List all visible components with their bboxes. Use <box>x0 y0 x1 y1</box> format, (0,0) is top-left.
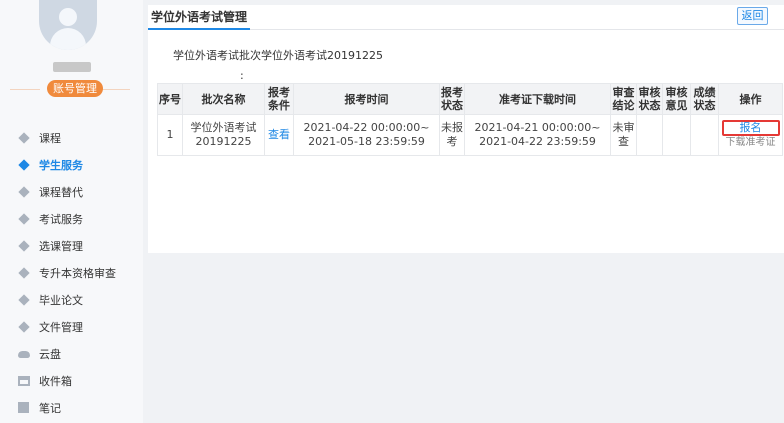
diamond-icon <box>18 185 30 198</box>
sidebar-item-inbox[interactable]: 收件箱 <box>0 367 143 394</box>
cell-audit-opinion <box>662 114 691 156</box>
avatar[interactable] <box>39 0 97 50</box>
sidebar-item-label: 课程替代 <box>39 185 83 199</box>
sidebar-item-thesis[interactable]: 毕业论文 <box>0 286 143 313</box>
sidebar-item-exam-service[interactable]: 考试服务 <box>0 205 143 232</box>
diamond-icon <box>18 266 30 279</box>
divider-right <box>100 89 130 90</box>
exam-table: 序号 批次名称 报考条件 报考时间 报考状态 准考证下载时间 审查结论 审核状态… <box>157 83 783 156</box>
cell-index: 1 <box>157 114 183 156</box>
col-header-signup-time: 报考时间 <box>293 83 440 115</box>
table-row: 1 学位外语考试20191225 查看 2021-04-22 00:00:00~… <box>157 114 783 156</box>
account-management-button[interactable]: 账号管理 <box>47 80 103 97</box>
signup-link[interactable]: 报名 <box>721 120 780 136</box>
batch-title: 学位外语考试批次学位外语考试20191225 <box>173 49 383 62</box>
back-button[interactable]: 返回 <box>737 7 768 25</box>
sidebar-item-label: 选课管理 <box>39 239 83 253</box>
sidebar-item-course-selection[interactable]: 选课管理 <box>0 232 143 259</box>
divider-left <box>10 89 40 90</box>
sidebar-item-label: 文件管理 <box>39 320 83 334</box>
account-bar: 账号管理 <box>10 80 130 98</box>
sidebar-item-label: 云盘 <box>39 347 61 361</box>
diamond-icon <box>18 158 30 171</box>
sidebar: 账号管理 课程 学生服务 课程替代 考试服务 选课管理 专升本资格审查 毕业论文… <box>0 0 143 423</box>
inbox-icon <box>18 375 30 387</box>
cell-audit-status <box>636 114 663 156</box>
col-header-review-result: 审查结论 <box>610 83 637 115</box>
cell-score-status <box>690 114 719 156</box>
view-condition-link[interactable]: 查看 <box>268 128 290 141</box>
sidebar-menu: 课程 学生服务 课程替代 考试服务 选课管理 专升本资格审查 毕业论文 文件管理… <box>0 124 143 421</box>
sidebar-item-label: 考试服务 <box>39 212 83 226</box>
tab-bar: 学位外语考试管理 返回 <box>148 5 784 30</box>
sidebar-item-student-service[interactable]: 学生服务 <box>0 151 143 178</box>
sidebar-item-file-management[interactable]: 文件管理 <box>0 313 143 340</box>
col-header-condition: 报考条件 <box>264 83 294 115</box>
col-header-signup-status: 报考状态 <box>439 83 465 115</box>
sidebar-item-label: 专升本资格审查 <box>39 266 116 280</box>
sidebar-item-course-substitution[interactable]: 课程替代 <box>0 178 143 205</box>
cell-batch-name: 学位外语考试20191225 <box>182 114 265 156</box>
colon-label: : <box>240 69 244 82</box>
tab-degree-language-exam[interactable]: 学位外语考试管理 <box>148 5 251 30</box>
cell-actions: 报名 下载准考证 <box>718 114 783 156</box>
sidebar-item-label: 收件箱 <box>39 374 72 388</box>
sidebar-item-notes[interactable]: 笔记 <box>0 394 143 421</box>
col-header-audit-status: 审核状态 <box>636 83 663 115</box>
sidebar-item-label: 笔记 <box>39 401 61 415</box>
username-redacted <box>53 62 91 72</box>
sidebar-item-label: 学生服务 <box>39 158 83 172</box>
col-header-batch-name: 批次名称 <box>182 83 265 115</box>
table-header-row: 序号 批次名称 报考条件 报考时间 报考状态 准考证下载时间 审查结论 审核状态… <box>157 83 783 115</box>
col-header-action: 操作 <box>718 83 783 115</box>
col-header-index: 序号 <box>157 83 183 115</box>
sidebar-item-label: 毕业论文 <box>39 293 83 307</box>
main-panel: 学位外语考试管理 返回 学位外语考试批次学位外语考试20191225 : 序号 … <box>148 5 784 253</box>
cell-signup-time: 2021-04-22 00:00:00~ 2021-05-18 23:59:59 <box>293 114 440 156</box>
note-icon <box>18 401 30 414</box>
col-header-download-time: 准考证下载时间 <box>464 83 611 115</box>
diamond-icon <box>18 293 30 306</box>
diamond-icon <box>18 131 30 144</box>
sidebar-item-course[interactable]: 课程 <box>0 124 143 151</box>
cell-signup-status: 未报考 <box>439 114 465 156</box>
diamond-icon <box>18 320 30 333</box>
download-admission-ticket-link[interactable]: 下载准考证 <box>719 136 782 150</box>
col-header-audit-opinion: 审核意见 <box>662 83 691 115</box>
diamond-icon <box>18 239 30 252</box>
diamond-icon <box>18 212 30 225</box>
sidebar-item-qualification-review[interactable]: 专升本资格审查 <box>0 259 143 286</box>
sidebar-item-label: 课程 <box>39 131 61 145</box>
avatar-head-icon <box>59 8 77 26</box>
cell-review-result: 未审查 <box>610 114 637 156</box>
col-header-score-status: 成绩状态 <box>690 83 719 115</box>
cloud-icon <box>18 348 30 360</box>
avatar-body-icon <box>50 28 86 50</box>
cell-download-time: 2021-04-21 00:00:00~ 2021-04-22 23:59:59 <box>464 114 611 156</box>
sidebar-item-cloud-disk[interactable]: 云盘 <box>0 340 143 367</box>
